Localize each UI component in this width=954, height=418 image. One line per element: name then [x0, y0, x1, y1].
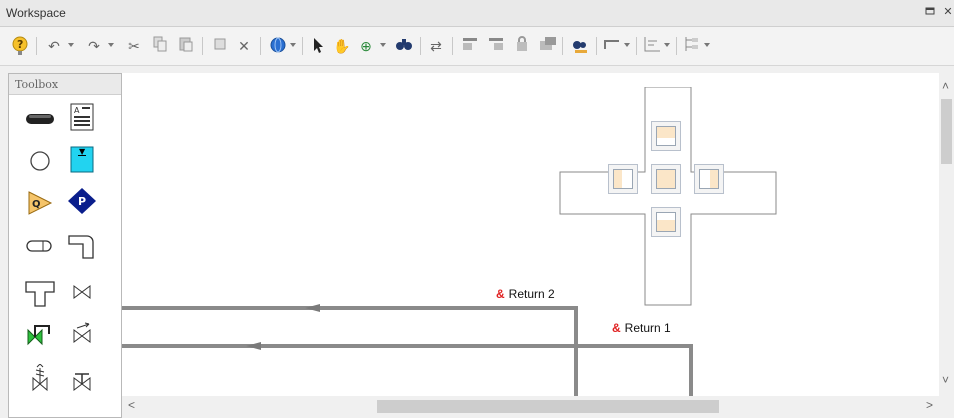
relief-valve-tool-icon[interactable] [23, 363, 57, 394]
reservoir-tool-icon[interactable]: ▼ [65, 144, 99, 174]
check-valve-tool-icon[interactable] [65, 320, 99, 350]
pipe-label-prefix: & [612, 321, 621, 335]
help-icon[interactable]: ? [10, 36, 30, 56]
docking-guide [559, 87, 777, 306]
find-icon[interactable] [394, 36, 414, 56]
layout-icon[interactable] [682, 36, 702, 56]
redo-icon[interactable]: ↷ [84, 36, 104, 56]
delete-icon[interactable]: ✕ [234, 36, 254, 56]
vertical-scrollbar[interactable]: ˄ ˅ [939, 73, 954, 396]
svg-text:?: ? [17, 38, 23, 51]
bend-tool-icon[interactable] [23, 232, 57, 262]
paste-icon[interactable] [176, 36, 196, 56]
pipe-label-text: Return 2 [508, 287, 555, 301]
vertical-scroll-thumb[interactable] [941, 99, 952, 164]
toolbox-header: Toolbox [9, 74, 121, 95]
horizontal-scroll-thumb[interactable] [377, 400, 719, 413]
svg-text:A: A [74, 106, 80, 115]
pump-tool-icon[interactable]: P [65, 186, 99, 216]
grid-icon[interactable] [642, 36, 662, 56]
pipe-style-icon[interactable] [602, 36, 622, 56]
pointer-icon[interactable] [308, 36, 328, 56]
pipe-network [122, 304, 693, 396]
select-box-icon[interactable] [210, 36, 230, 56]
horizontal-scrollbar[interactable]: < > [122, 396, 939, 416]
tee-tool-icon[interactable] [23, 278, 57, 308]
scroll-left-icon[interactable]: < [128, 398, 135, 412]
dock-left-button[interactable] [608, 164, 638, 194]
pipe-label-prefix: & [496, 287, 505, 301]
toolbox-title: Toolbox [15, 78, 59, 91]
general-valve-tool-icon[interactable] [65, 366, 99, 396]
workspace-canvas[interactable]: & Return 2 & Return 1 [122, 73, 939, 396]
close-icon[interactable]: ✕ [940, 4, 954, 20]
restore-icon[interactable] [922, 4, 938, 20]
flow-arrow-return-2 [305, 304, 320, 312]
junction-tool-icon[interactable] [23, 146, 57, 176]
flow-arrow-return-1 [246, 342, 261, 350]
window-title: Workspace [6, 6, 66, 20]
scrollbar-corner [939, 396, 954, 416]
align-right-icon[interactable] [486, 36, 506, 56]
cut-icon[interactable]: ✂ [124, 36, 144, 56]
elbow-tool-icon[interactable] [65, 230, 99, 260]
svg-text:P: P [78, 195, 86, 208]
pipe-label-text: Return 1 [624, 321, 671, 335]
scroll-down-icon[interactable]: ˅ [942, 373, 949, 387]
globe-icon[interactable] [268, 36, 288, 56]
find-replace-icon[interactable] [570, 36, 590, 56]
svg-text:▼: ▼ [79, 147, 86, 156]
zoom-icon[interactable]: ⊕ [356, 36, 376, 56]
pan-hand-icon[interactable]: ✋ [332, 36, 352, 56]
pipe-return-2 [122, 306, 578, 396]
annotation-tool-icon[interactable]: A [65, 102, 99, 132]
main-toolbar: ? ↶ ↷ ✂ ✕ ✋ ⊕ ⇄ [0, 27, 954, 66]
control-valve-tool-icon[interactable] [23, 320, 57, 350]
undo-icon[interactable]: ↶ [44, 36, 64, 56]
pipe-label-return-1[interactable]: & Return 1 [612, 321, 671, 335]
lock-icon[interactable] [512, 36, 532, 56]
reverse-icon[interactable]: ⇄ [426, 36, 446, 56]
dock-center-button[interactable] [651, 164, 681, 194]
svg-text:Q: Q [32, 199, 41, 210]
group-icon[interactable] [538, 36, 558, 56]
pipe-return-1 [122, 344, 693, 396]
dock-top-button[interactable] [651, 121, 681, 151]
scroll-right-icon[interactable]: > [926, 398, 933, 412]
toolbox-panel: Toolbox A ▼ Q P [8, 73, 122, 418]
workspace-titlebar: Workspace ✕ [0, 0, 954, 27]
align-left-icon[interactable] [460, 36, 480, 56]
pipe-tool-icon[interactable] [23, 104, 57, 134]
copy-icon[interactable] [150, 36, 170, 56]
pipe-label-return-2[interactable]: & Return 2 [496, 287, 555, 301]
scroll-up-icon[interactable]: ˄ [942, 79, 949, 93]
valve-tool-icon[interactable] [65, 278, 99, 308]
flow-source-tool-icon[interactable]: Q [23, 188, 57, 218]
dock-right-button[interactable] [694, 164, 724, 194]
dock-bottom-button[interactable] [651, 207, 681, 237]
